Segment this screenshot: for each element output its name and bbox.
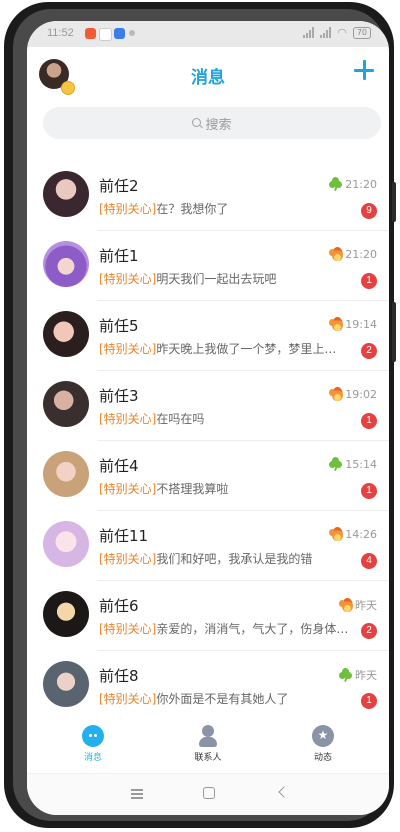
flame-icon — [339, 598, 353, 612]
message-preview: [特别关心]昨天晚上我做了一个梦，梦里上… — [99, 342, 337, 356]
page-title: 消息 — [191, 68, 225, 88]
system-nav-bar — [27, 773, 389, 815]
star-icon — [312, 725, 334, 747]
search-placeholder: 搜索 — [205, 117, 232, 133]
clover-icon — [339, 668, 353, 683]
notification-icon — [99, 28, 112, 41]
flame-icon — [329, 317, 344, 331]
special-care-tag: [特别关心] — [99, 692, 157, 706]
message-time: 21:20 — [329, 247, 377, 261]
list-item[interactable]: 前任11 [特别关心]我们和好吧，我承认是我的错 14:26 4 — [27, 511, 389, 581]
contact-name: 前任2 — [99, 177, 139, 195]
message-preview: [特别关心]亲爱的，消消气，气大了，伤身体… — [99, 622, 349, 636]
list-item[interactable]: 前任5 [特别关心]昨天晚上我做了一个梦，梦里上… 19:14 2 — [27, 301, 389, 371]
status-time: 11:52 — [47, 27, 74, 39]
message-preview: [特别关心]明天我们一起出去玩吧 — [99, 272, 277, 286]
notification-icon — [129, 30, 135, 36]
list-item[interactable]: 前任6 [特别关心]亲爱的，消消气，气大了，伤身体… 昨天 2 — [27, 581, 389, 651]
avatar — [43, 381, 89, 427]
home-icon[interactable] — [199, 784, 219, 804]
special-care-tag: [特别关心] — [99, 272, 157, 286]
status-bar: 11:52 ◠ 70 — [27, 21, 389, 47]
message-time: 19:14 — [329, 317, 377, 331]
list-item[interactable]: 前任2 [特别关心]在？我想你了 21:20 9 — [27, 161, 389, 231]
message-preview: [特别关心]你外面是不是有其她人了 — [99, 692, 289, 706]
back-icon[interactable] — [273, 784, 293, 804]
phone-screen: 11:52 ◠ 70 消息 搜索 前任2 [特别关心]在？我想你了 21:20 … — [27, 21, 389, 815]
contact-name: 前任8 — [99, 667, 139, 685]
avatar — [43, 661, 89, 707]
avatar — [43, 521, 89, 567]
list-item[interactable]: 前任1 [特别关心]明天我们一起出去玩吧 21:20 1 — [27, 231, 389, 301]
unread-badge: 1 — [361, 483, 377, 499]
tab-messages[interactable]: 消息 — [53, 725, 133, 763]
unread-badge: 9 — [361, 203, 377, 219]
contact-name: 前任1 — [99, 247, 139, 265]
special-care-tag: [特别关心] — [99, 482, 157, 496]
header: 消息 — [27, 47, 389, 103]
contact-name: 前任4 — [99, 457, 139, 475]
contacts-icon — [197, 725, 219, 747]
contact-name: 前任11 — [99, 527, 149, 545]
wifi-icon: ◠ — [337, 26, 347, 39]
tab-contacts[interactable]: 联系人 — [168, 725, 248, 763]
message-preview: [特别关心]我们和好吧，我承认是我的错 — [99, 552, 313, 566]
signal-icon — [303, 27, 315, 38]
unread-badge: 1 — [361, 413, 377, 429]
avatar — [43, 451, 89, 497]
special-care-tag: [特别关心] — [99, 202, 157, 216]
contact-name: 前任5 — [99, 317, 139, 335]
avatar — [43, 591, 89, 637]
message-time: 19:02 — [329, 387, 377, 401]
special-care-tag: [特别关心] — [99, 622, 157, 636]
message-preview: [特别关心]不搭理我算啦 — [99, 482, 229, 496]
phone-bezel: 11:52 ◠ 70 消息 搜索 前任2 [特别关心]在？我想你了 21:20 … — [13, 9, 389, 821]
notification-icon — [85, 28, 96, 39]
message-time: 昨天 — [339, 597, 377, 613]
flame-icon — [329, 527, 344, 541]
message-icon — [82, 725, 104, 747]
unread-badge: 2 — [361, 623, 377, 639]
battery-icon: 70 — [352, 26, 371, 39]
notification-icon — [114, 28, 125, 39]
message-time: 昨天 — [339, 667, 377, 683]
menu-icon[interactable] — [127, 784, 147, 804]
search-input[interactable]: 搜索 — [43, 107, 381, 139]
phone-frame: 11:52 ◠ 70 消息 搜索 前任2 [特别关心]在？我想你了 21:20 … — [4, 2, 396, 828]
list-item[interactable]: 前任8 [特别关心]你外面是不是有其她人了 昨天 1 — [27, 651, 389, 721]
flame-icon — [329, 247, 344, 261]
unread-badge: 1 — [361, 273, 377, 289]
message-preview: [特别关心]在？我想你了 — [99, 202, 229, 216]
search-icon — [192, 118, 202, 128]
message-time: 15:14 — [329, 457, 377, 472]
message-time: 21:20 — [329, 177, 377, 192]
tab-feed[interactable]: 动态 — [283, 725, 363, 763]
flame-icon — [329, 387, 344, 401]
bottom-tab-bar: 消息 联系人 动态 — [27, 719, 389, 769]
list-item[interactable]: 前任4 [特别关心]不搭理我算啦 15:14 1 — [27, 441, 389, 511]
unread-badge: 4 — [361, 553, 377, 569]
list-item[interactable]: 前任3 [特别关心]在吗在吗 19:02 1 — [27, 371, 389, 441]
signal-icon — [320, 27, 332, 38]
avatar — [43, 241, 89, 287]
avatar — [43, 171, 89, 217]
clover-icon — [329, 177, 343, 192]
clover-icon — [329, 457, 343, 472]
special-care-tag: [特别关心] — [99, 342, 157, 356]
unread-badge: 1 — [361, 693, 377, 709]
contact-name: 前任3 — [99, 387, 139, 405]
add-button[interactable] — [353, 59, 375, 81]
special-care-tag: [特别关心] — [99, 552, 157, 566]
message-preview: [特别关心]在吗在吗 — [99, 412, 205, 426]
volume-button — [392, 182, 396, 222]
unread-badge: 2 — [361, 343, 377, 359]
avatar — [43, 311, 89, 357]
power-button — [392, 302, 396, 362]
contact-name: 前任6 — [99, 597, 139, 615]
chat-list: 前任2 [特别关心]在？我想你了 21:20 9 前任1 [特别关心]明天我们一… — [27, 161, 389, 721]
special-care-tag: [特别关心] — [99, 412, 157, 426]
message-time: 14:26 — [329, 527, 377, 541]
